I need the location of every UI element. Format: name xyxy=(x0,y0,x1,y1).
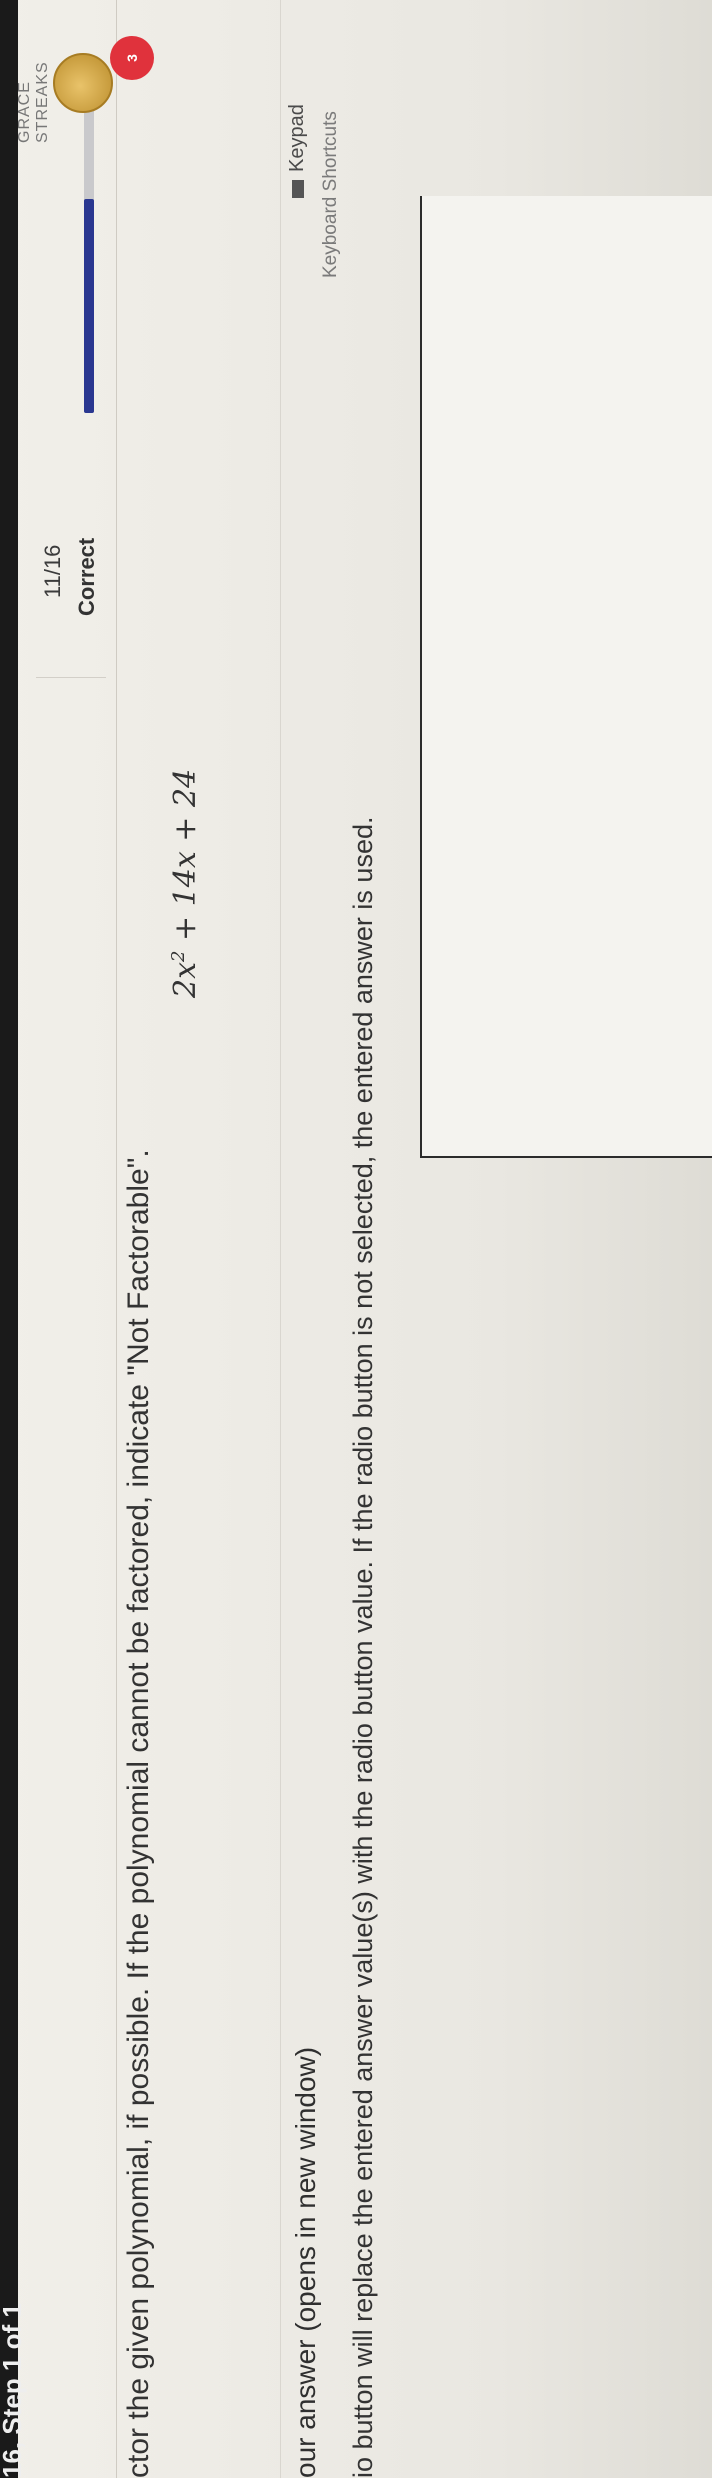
answer-window-link[interactable]: our answer (opens in new window) xyxy=(290,2047,322,2478)
keypad-button[interactable]: Keypad xyxy=(286,104,309,198)
progress-count: 11/16 xyxy=(40,544,65,598)
math-rest: + 14x + 24 xyxy=(168,768,203,951)
math-base: 2x xyxy=(168,961,203,998)
header-divider xyxy=(36,677,106,678)
math-exponent: 2 xyxy=(168,950,189,962)
section-divider xyxy=(280,0,281,2478)
top-bar: 16, Step 1 of 1 xyxy=(0,0,27,2478)
page-stage: 16, Step 1 of 1 11/16 Correct GRACE STRE… xyxy=(0,0,712,2478)
progress-status: Correct xyxy=(74,537,99,616)
question-prompt: ctor the given polynomial, if possible. … xyxy=(122,1149,155,2478)
progress-bar-fill xyxy=(84,199,94,413)
keypad-label: Keypad xyxy=(286,104,308,172)
streaks-label: GRACE STREAKS xyxy=(16,61,51,143)
answer-input[interactable] xyxy=(420,196,712,1158)
radio-note: io button will replace the entered answe… xyxy=(348,816,378,2478)
polynomial-expression: 2x2 + 14x + 24 xyxy=(168,769,203,998)
keyboard-shortcuts-link[interactable]: Keyboard Shortcuts xyxy=(320,111,342,278)
progress-header: 11/16 Correct GRACE STREAKS xyxy=(16,0,117,2478)
keypad-icon xyxy=(291,180,304,198)
heart-count: 3 xyxy=(124,54,140,62)
progress-bar xyxy=(84,103,94,413)
coin-icon[interactable] xyxy=(53,53,113,113)
heart-icon[interactable]: 3 xyxy=(110,36,154,80)
